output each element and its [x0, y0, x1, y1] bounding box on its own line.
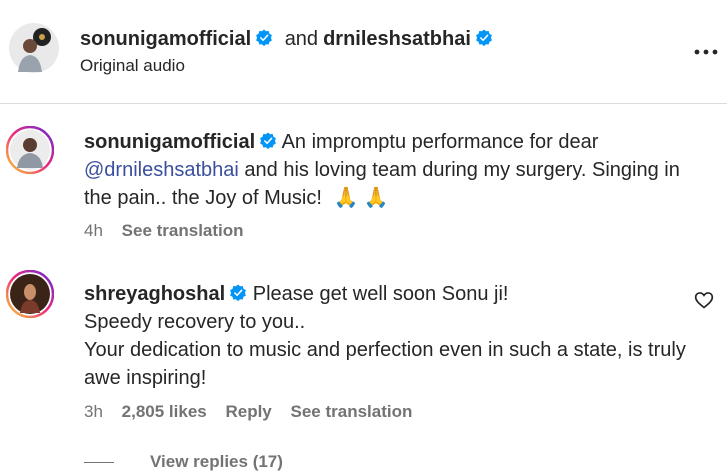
timestamp[interactable]: 3h [84, 402, 103, 421]
header-connector: and [284, 28, 319, 50]
comment-line-2: Speedy recovery to you.. [84, 311, 306, 333]
comment-text-start: An impromptu performance for dear [281, 131, 599, 153]
comment-username[interactable]: sonunigamofficial [84, 131, 255, 153]
header-avatar[interactable] [8, 22, 60, 74]
comment-line-1: Please get well soon Sonu ji! [252, 283, 509, 305]
likes-count[interactable]: 2,805 likes [122, 402, 207, 421]
pray-emoji: 🙏 🙏 [333, 187, 389, 209]
see-translation-button[interactable]: See translation [291, 402, 413, 421]
audio-label[interactable]: Original audio [80, 56, 185, 76]
comment-line-3: Your dedication to music and perfection … [84, 339, 686, 389]
comment-text: shreyaghoshal Please get well soon Sonu … [84, 280, 704, 392]
heart-icon[interactable] [694, 290, 714, 310]
header-username-2[interactable]: drnileshsatbhai [323, 28, 471, 50]
view-replies-button[interactable]: View replies (17) [84, 452, 283, 472]
comment-text: sonunigamofficial An impromptu performan… [84, 128, 704, 212]
header-username-1[interactable]: sonunigamofficial [80, 28, 251, 50]
avatar[interactable] [6, 126, 54, 174]
divider [0, 103, 727, 104]
verified-badge-icon [476, 29, 492, 47]
reply-button[interactable]: Reply [225, 402, 271, 421]
timestamp[interactable]: 4h [84, 221, 103, 240]
comment-meta: 4h See translation [84, 221, 258, 241]
comment-username[interactable]: shreyaghoshal [84, 283, 225, 305]
verified-badge-icon [230, 284, 247, 302]
post-header: sonunigamofficial and drnileshsatbhai Ori… [0, 0, 727, 103]
mention-link[interactable]: @drnileshsatbhai [84, 159, 239, 181]
verified-badge-icon [260, 132, 276, 150]
avatar[interactable] [6, 270, 54, 318]
verified-badge-icon [256, 29, 272, 47]
header-title: sonunigamofficial and drnileshsatbhai [80, 27, 493, 51]
more-options-icon[interactable] [692, 40, 720, 64]
view-replies-label[interactable]: View replies (17) [150, 452, 283, 471]
see-translation-button[interactable]: See translation [122, 221, 244, 240]
comment-meta: 3h 2,805 likes Reply See translation [84, 402, 426, 422]
